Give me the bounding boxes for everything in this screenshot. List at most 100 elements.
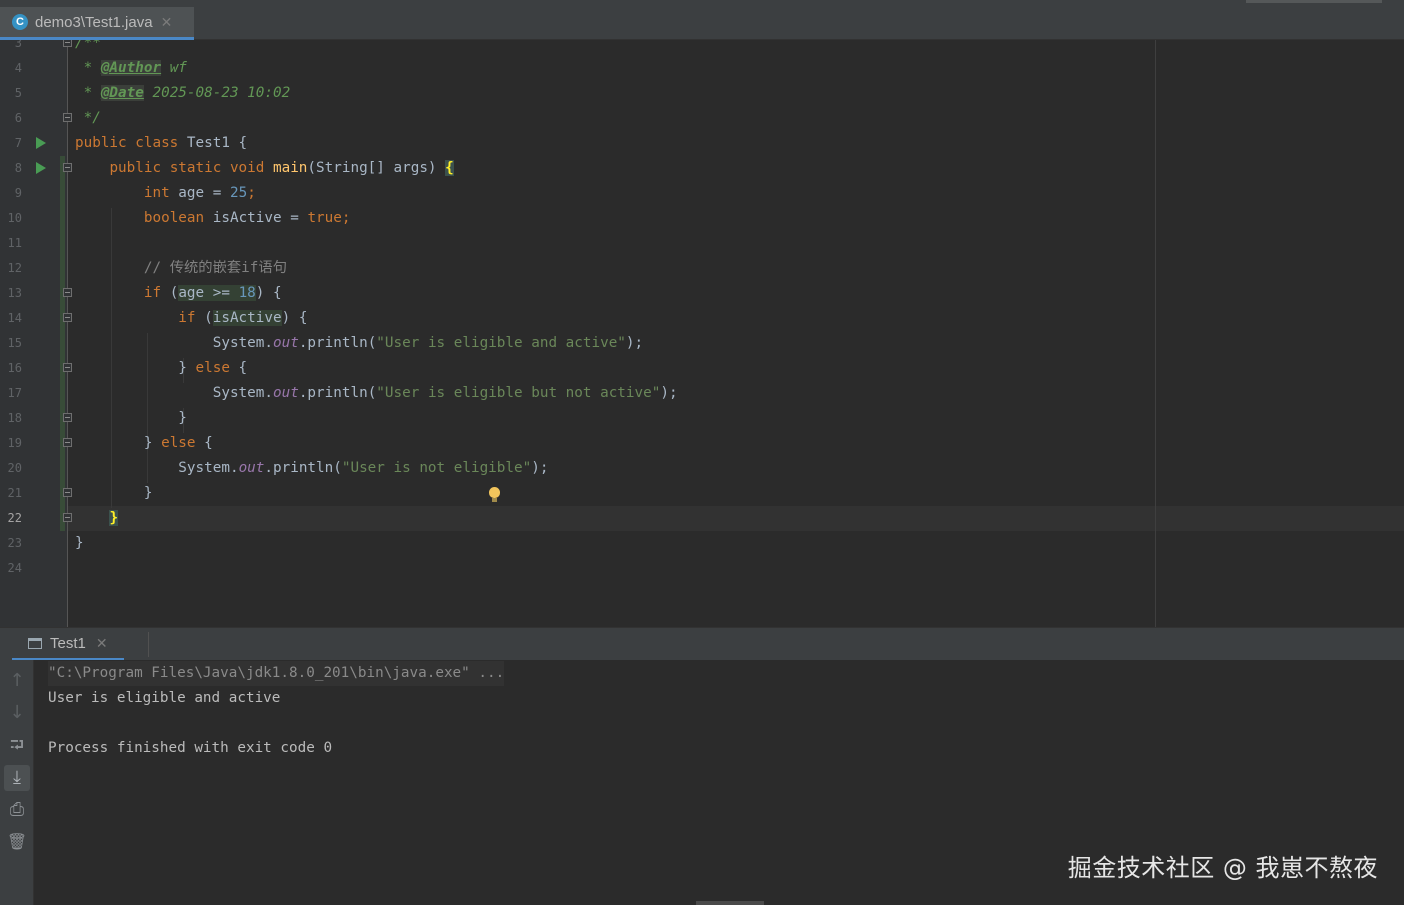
lightbulb-icon[interactable] [489,487,500,502]
code-text: int age = 25; [143,185,256,201]
code-line: 13 if (age >= 18) { [0,281,1404,306]
java-class-icon: C [12,14,28,30]
line-number: 19 [7,436,22,450]
code-line: 9 int age = 25; [0,181,1404,206]
console-command-line: "C:\Program Files\Java\jdk1.8.0_201\bin\… [48,661,505,686]
code-editor[interactable]: 3 /** 4 * @Author wf 5 * @Date 2025-08-2… [0,40,1404,627]
run-class-icon[interactable] [36,137,46,149]
code-line: 12 // 传统的嵌套if语句 [0,256,1404,281]
fold-icon[interactable] [63,363,72,372]
line-number: 16 [7,361,22,375]
run-main-icon[interactable] [36,162,46,174]
fold-icon[interactable] [63,113,72,122]
line-number: 6 [14,111,22,125]
code-text: // 传统的嵌套if语句 [143,260,287,276]
code-line: 16 } else { [0,356,1404,381]
code-text: * @Date 2025-08-23 10:02 [75,85,291,101]
line-number: 17 [7,386,22,400]
code-line: 19 } else { [0,431,1404,456]
line-number: 12 [7,261,22,275]
code-text: } else { [178,360,248,376]
line-number: 3 [14,40,22,50]
code-text: /** [75,40,101,51]
code-line: 23 } [0,531,1404,556]
code-text: System.out.println("User is not eligible… [178,460,549,476]
run-panel-header: Test1 ✕ [0,627,1404,661]
code-text: if (age >= 18) { [143,285,282,301]
editor-tab-bar: C demo3\Test1.java ✕ [0,0,1404,40]
line-number: 23 [7,536,22,550]
run-tab-title: Test1 [50,634,86,652]
line-number: 20 [7,461,22,475]
fold-icon[interactable] [63,288,72,297]
window-control[interactable] [1246,0,1382,3]
fold-icon[interactable] [63,488,72,497]
divider [148,632,149,657]
fold-icon[interactable] [63,438,72,447]
fold-icon[interactable] [63,163,72,172]
console-line: Process finished with exit code 0 [48,740,333,756]
code-line: 15 System.out.println("User is eligible … [0,331,1404,356]
close-icon[interactable]: ✕ [96,635,108,652]
run-tab-test1[interactable]: Test1 ✕ [12,628,124,661]
code-line: 11 [0,231,1404,256]
editor-tab-title: demo3\Test1.java [35,13,153,31]
scroll-to-end-icon[interactable]: ⤓ [4,765,30,791]
fold-icon[interactable] [63,513,72,522]
line-number: 5 [14,86,22,100]
fold-icon[interactable] [63,413,72,422]
console-icon [28,637,42,649]
code-text: */ [75,110,101,126]
code-line: 24 [0,556,1404,581]
soft-wrap-icon[interactable]: ⮒ [4,733,30,759]
code-text: System.out.println("User is eligible and… [212,335,644,351]
code-text: } [143,485,153,501]
code-text: } [75,535,84,551]
code-text: public static void main(String[] args) { [109,160,454,176]
editor-tab-test1-java[interactable]: C demo3\Test1.java ✕ [0,7,194,40]
arrow-down-icon[interactable]: ↓ [4,700,30,726]
line-number: 21 [7,486,22,500]
code-text: if (isActive) { [178,310,308,326]
line-number: 8 [14,161,22,175]
horizontal-scrollbar[interactable] [696,901,764,905]
code-text: System.out.println("User is eligible but… [212,385,678,401]
code-line-current: 22 } [0,506,1404,531]
code-line: 4 * @Author wf [0,56,1404,81]
code-line: 21 } [0,481,1404,506]
code-text: boolean isActive = true; [143,210,351,226]
console-line: User is eligible and active [48,690,281,706]
code-text: * @Author wf [75,60,187,76]
code-text: } [109,510,119,526]
line-number: 10 [7,211,22,225]
code-line: 3 /** [0,40,1404,56]
fold-icon[interactable] [63,40,72,47]
line-number: 18 [7,411,22,425]
code-line: 5 * @Date 2025-08-23 10:02 [0,81,1404,106]
close-icon[interactable]: ✕ [161,14,173,31]
arrow-up-icon[interactable]: ↑ [4,668,30,694]
code-line: 10 boolean isActive = true; [0,206,1404,231]
run-toolbar: ↑ ↓ ⮒ ⤓ ⎙ 🗑 [0,660,34,905]
code-line: 20 System.out.println("User is not eligi… [0,456,1404,481]
print-icon[interactable]: ⎙ [4,797,30,823]
trash-icon[interactable]: 🗑 [4,829,30,855]
code-line: 14 if (isActive) { [0,306,1404,331]
code-text: } else { [143,435,213,451]
code-line: 17 System.out.println("User is eligible … [0,381,1404,406]
watermark: 掘金技术社区 @ 我崽不熬夜 [1067,854,1378,882]
line-number: 14 [7,311,22,325]
line-number: 13 [7,286,22,300]
code-line: 7 public class Test1 { [0,131,1404,156]
code-line: 18 } [0,406,1404,431]
code-line: 6 */ [0,106,1404,131]
code-text: public class Test1 { [75,135,248,151]
line-number: 7 [14,136,22,150]
line-number: 9 [14,186,22,200]
fold-icon[interactable] [63,313,72,322]
line-number: 15 [7,336,22,350]
ide-window: C demo3\Test1.java ✕ 3 /** 4 * @Author w… [0,0,1404,905]
line-number: 11 [7,236,22,250]
code-text: } [178,410,187,426]
code-line: 8 public static void main(String[] args)… [0,156,1404,181]
